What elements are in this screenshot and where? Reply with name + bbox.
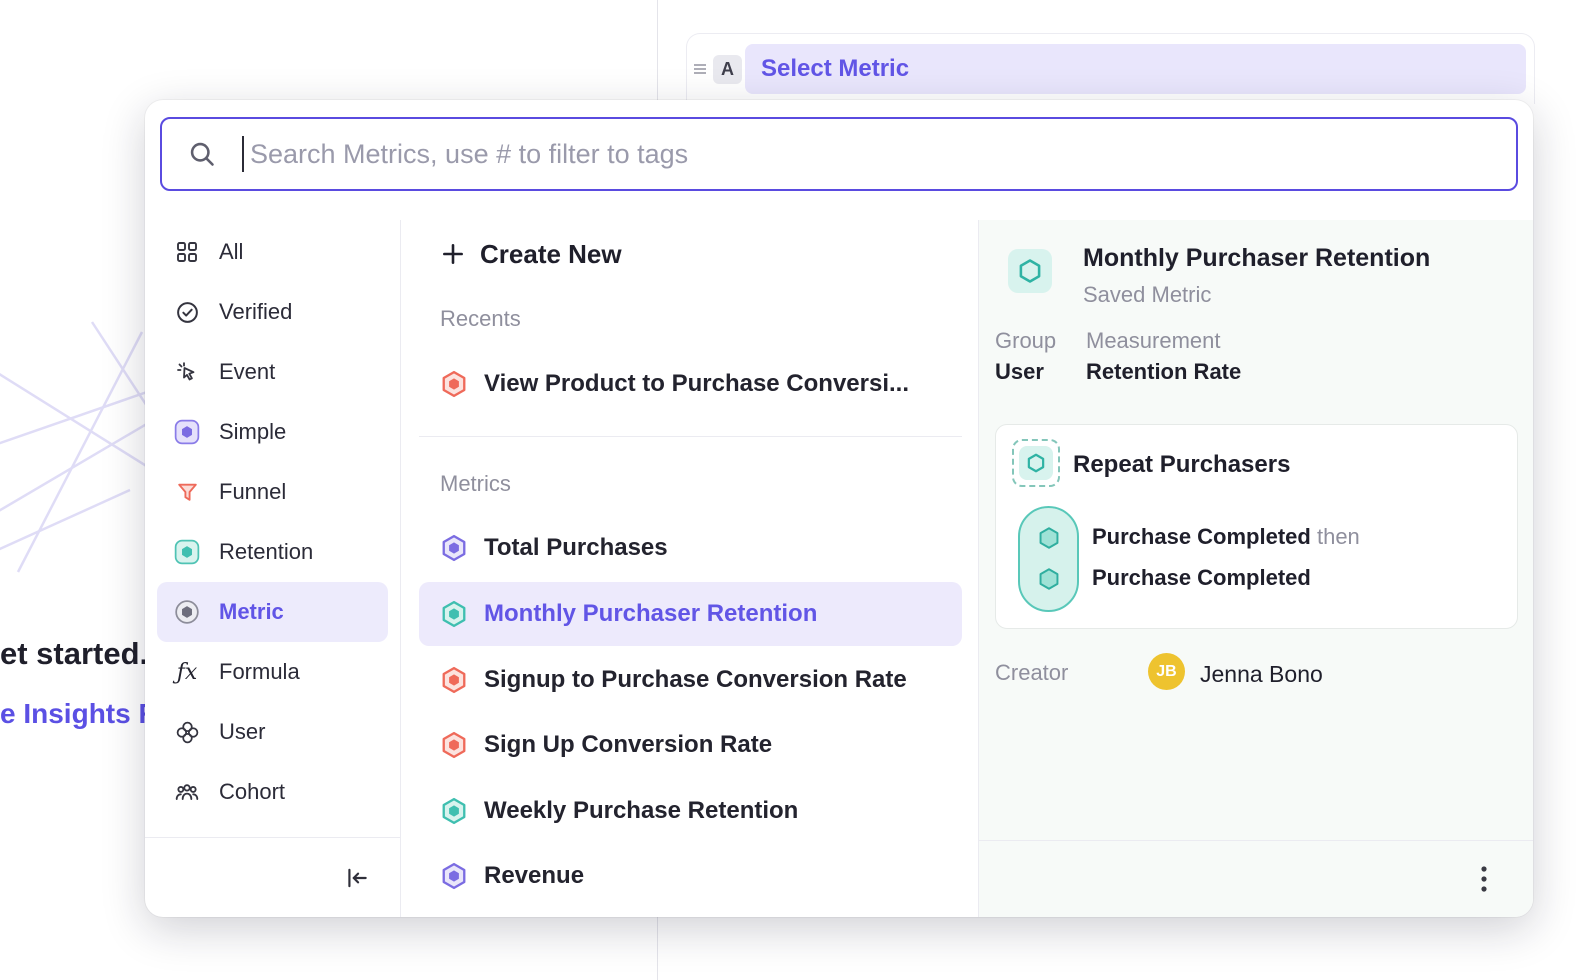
hexagon-icon [440, 534, 468, 562]
step-1: Purchase Completed then [1092, 524, 1360, 550]
search-input[interactable] [244, 138, 1516, 171]
sidebar-item-formula[interactable]: ƒx Formula [157, 642, 388, 702]
retention-hexagon-icon [173, 538, 201, 566]
query-builder-row: A Select Metric [686, 33, 1535, 104]
metric-row[interactable]: Total Purchases [419, 516, 962, 580]
sidebar-item-simple[interactable]: Simple [157, 402, 388, 462]
drag-handle-icon[interactable] [693, 55, 709, 83]
metric-row[interactable]: Signup to Purchase Conversion Rate [419, 648, 962, 712]
sidebar-item-user[interactable]: User [157, 702, 388, 762]
sidebar-item-label: Cohort [219, 779, 285, 805]
preview-footer [979, 840, 1533, 917]
user-flower-icon [173, 718, 201, 746]
plus-icon [440, 241, 466, 267]
creator-label: Creator [995, 660, 1068, 686]
recent-item[interactable]: View Product to Purchase Conversi... [419, 352, 962, 416]
hexagon-icon [440, 370, 468, 398]
metrics-header: Metrics [440, 471, 511, 497]
group-value: User [995, 359, 1044, 385]
hexagon-icon [440, 666, 468, 694]
sidebar-item-label: Retention [219, 539, 313, 565]
sidebar-item-label: All [219, 239, 243, 265]
hexagon-icon [440, 797, 468, 825]
metric-row[interactable]: Sign Up Conversion Rate [419, 713, 962, 777]
search-box[interactable] [160, 117, 1518, 191]
section-divider [419, 436, 962, 437]
sidebar-item-label: Simple [219, 419, 286, 445]
more-options-button[interactable] [1468, 863, 1500, 895]
row-label-badge: A [713, 55, 742, 84]
sidebar-item-event[interactable]: Event [157, 342, 388, 402]
metric-row[interactable]: Weekly Purchase Retention [419, 779, 962, 843]
card-title: Repeat Purchasers [1073, 451, 1290, 479]
recent-item-label: View Product to Purchase Conversi... [484, 370, 909, 398]
sidebar-item-cohort[interactable]: Cohort [157, 762, 388, 822]
sidebar-item-label: Formula [219, 659, 300, 685]
sidebar-item-label: Event [219, 359, 275, 385]
metric-row-label: Signup to Purchase Conversion Rate [484, 666, 907, 694]
select-metric-label: Select Metric [761, 55, 909, 83]
formula-fx-icon: ƒx [173, 658, 201, 686]
measurement-value: Retention Rate [1086, 359, 1241, 385]
grid-icon [173, 238, 201, 266]
metric-row[interactable]: Revenue [419, 844, 962, 908]
sidebar-item-verified[interactable]: Verified [157, 282, 388, 342]
hexagon-icon [440, 862, 468, 890]
step-hexagon-icon [1036, 525, 1062, 551]
metric-row-selected[interactable]: Monthly Purchaser Retention [419, 582, 962, 646]
retention-metric-icon [1008, 249, 1052, 293]
metric-list-column: Create New Recents View Product to Purch… [401, 220, 978, 917]
sidebar-item-all[interactable]: All [157, 222, 388, 282]
hexagon-icon [440, 731, 468, 759]
simple-hexagon-icon [173, 418, 201, 446]
kebab-menu-icon [1481, 865, 1487, 893]
funnel-icon [173, 478, 201, 506]
step-hexagon-icon [1036, 566, 1062, 592]
sidebar-item-label: Funnel [219, 479, 286, 505]
selected-metric-icon [1012, 439, 1060, 487]
metric-preview-panel: Monthly Purchaser Retention Saved Metric… [978, 220, 1533, 917]
metric-row-label: Monthly Purchaser Retention [484, 600, 817, 628]
sidebar-item-funnel[interactable]: Funnel [157, 462, 388, 522]
metric-picker-modal: All Verified Event Simple [145, 100, 1533, 917]
cohort-people-icon [173, 778, 201, 806]
retention-steps-capsule [1018, 506, 1079, 612]
preview-subtitle: Saved Metric [1083, 282, 1211, 308]
create-new-label: Create New [480, 239, 622, 270]
search-icon [188, 140, 216, 168]
collapse-left-icon [344, 865, 370, 891]
select-metric-button[interactable]: Select Metric [745, 44, 1526, 94]
preview-title: Monthly Purchaser Retention [1083, 244, 1430, 273]
sidebar-item-retention[interactable]: Retention [157, 522, 388, 582]
sidebar-footer [145, 837, 401, 917]
screen: et started. e Insights Re A Select Metri… [0, 0, 1576, 980]
metric-row-label: Total Purchases [484, 534, 668, 562]
group-label: Group [995, 328, 1056, 354]
metric-row-label: Weekly Purchase Retention [484, 797, 798, 825]
step-2: Purchase Completed [1092, 565, 1311, 591]
measurement-label: Measurement [1086, 328, 1221, 354]
metric-row-label: Sign Up Conversion Rate [484, 731, 772, 759]
sidebar-item-metric[interactable]: Metric [157, 582, 388, 642]
sidebar-item-label: User [219, 719, 265, 745]
creator-name: Jenna Bono [1200, 661, 1323, 688]
creator-avatar: JB [1148, 653, 1185, 690]
sidebar-item-label: Verified [219, 299, 292, 325]
verified-badge-icon [173, 298, 201, 326]
category-sidebar: All Verified Event Simple [145, 220, 401, 917]
create-new-button[interactable]: Create New [440, 234, 622, 274]
sidebar-item-label: Metric [219, 599, 284, 625]
background-heading-fragment: et started. [0, 636, 148, 672]
metric-hexagon-icon [173, 598, 201, 626]
event-cursor-icon [173, 358, 201, 386]
collapse-sidebar-button[interactable] [339, 860, 375, 896]
recents-header: Recents [440, 306, 521, 332]
metric-row-label: Revenue [484, 862, 584, 890]
metric-definition-card: Repeat Purchasers Purchase Completed the… [995, 424, 1518, 629]
hexagon-icon [440, 600, 468, 628]
